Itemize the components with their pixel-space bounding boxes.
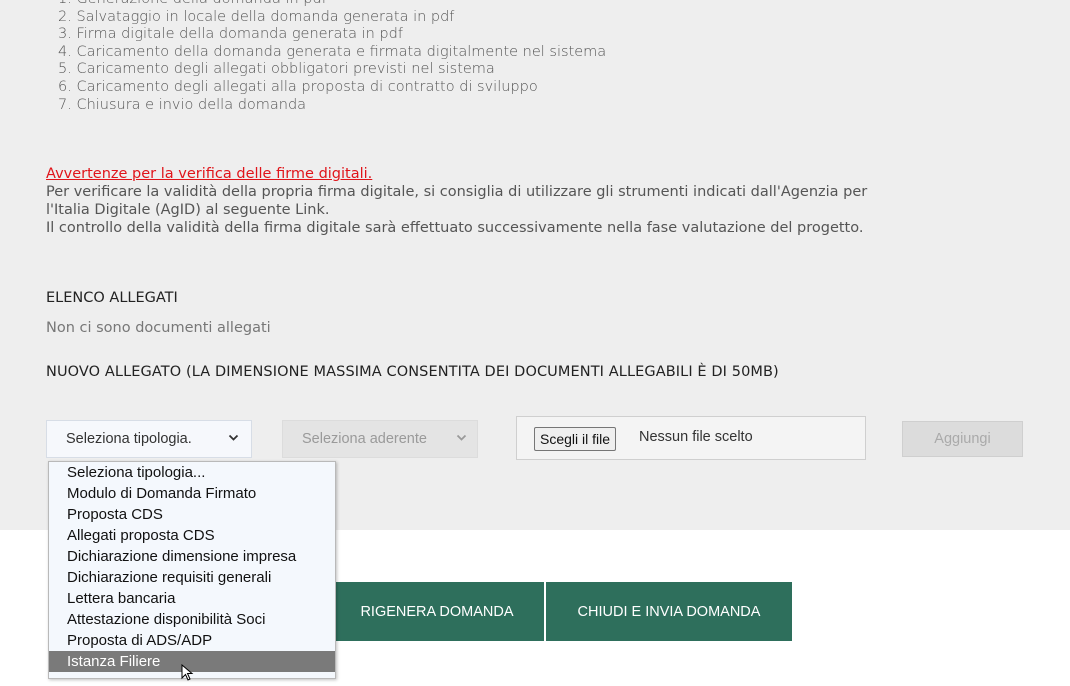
chiudi-invia-domanda-button[interactable]: CHIUDI E INVIA DOMANDA xyxy=(546,582,792,641)
step-item: 2. Salvataggio in locale della domanda g… xyxy=(58,8,455,25)
warning-line: Il controllo della validità della firma … xyxy=(46,220,864,236)
step-item: 7. Chiusura e invio della domanda xyxy=(58,96,307,113)
add-button[interactable]: Aggiungi xyxy=(902,421,1023,457)
step-item: 6. Caricamento degli allegati alla propo… xyxy=(58,78,538,95)
step-item: 3. Firma digitale della domanda generata… xyxy=(58,26,403,43)
dropdown-option[interactable]: Dichiarazione dimensione impresa xyxy=(49,546,335,567)
warning-title: Avvertenze per la verifica delle firme d… xyxy=(46,166,373,182)
tipologia-dropdown-list: Seleziona tipologia... Modulo di Domanda… xyxy=(48,461,336,679)
dropdown-option[interactable]: Lettera bancaria xyxy=(49,588,335,609)
dropdown-option[interactable]: Allegati proposta CDS xyxy=(49,525,335,546)
file-status: Nessun file scelto xyxy=(639,429,753,445)
allegati-heading: ELENCO ALLEGATI xyxy=(46,290,178,306)
rigenera-domanda-button[interactable]: RIGENERA DOMANDA xyxy=(330,582,544,641)
dropdown-option[interactable]: Seleziona tipologia... xyxy=(49,462,335,483)
choose-file-button[interactable]: Scegli il file xyxy=(534,427,617,451)
tipologia-select[interactable]: Seleziona tipologia. xyxy=(46,420,252,458)
dropdown-option[interactable]: Proposta di ADS/ADP xyxy=(49,630,335,651)
step-item: 5. Caricamento degli allegati obbligator… xyxy=(58,61,495,78)
content-panel: 1. Generazione della domanda in pdf 2. S… xyxy=(0,0,1070,530)
warning-text: Per verificare la validità della propria… xyxy=(46,183,1036,237)
tipologia-select-value: Seleziona tipologia. xyxy=(66,431,192,447)
warning-line-link[interactable]: l'Italia Digitale (AgID) al seguente Lin… xyxy=(46,201,1036,219)
chevron-down-icon xyxy=(456,432,467,446)
no-documents-text: Non ci sono documenti allegati xyxy=(46,320,271,336)
steps-list: 1. Generazione della domanda in pdf 2. S… xyxy=(58,0,606,114)
aderente-select-value: Seleziona aderente xyxy=(302,431,427,447)
file-input: Scegli il file Nessun file scelto xyxy=(516,416,866,460)
dropdown-option[interactable]: Attestazione disponibilità Soci xyxy=(49,609,335,630)
aderente-select[interactable]: Seleziona aderente xyxy=(282,420,478,458)
nuovo-allegato-heading: NUOVO ALLEGATO (LA DIMENSIONE MASSIMA CO… xyxy=(46,364,779,380)
warning-line: Per verificare la validità della propria… xyxy=(46,184,868,200)
step-item: 4. Caricamento della domanda generata e … xyxy=(58,43,607,60)
dropdown-option[interactable]: Dichiarazione requisiti generali xyxy=(49,567,335,588)
chevron-down-icon xyxy=(228,432,239,446)
step-item: 1. Generazione della domanda in pdf xyxy=(58,0,606,9)
dropdown-option[interactable]: Proposta CDS xyxy=(49,504,335,525)
mouse-pointer-icon xyxy=(181,663,195,682)
dropdown-option[interactable]: Modulo di Domanda Firmato xyxy=(49,483,335,504)
